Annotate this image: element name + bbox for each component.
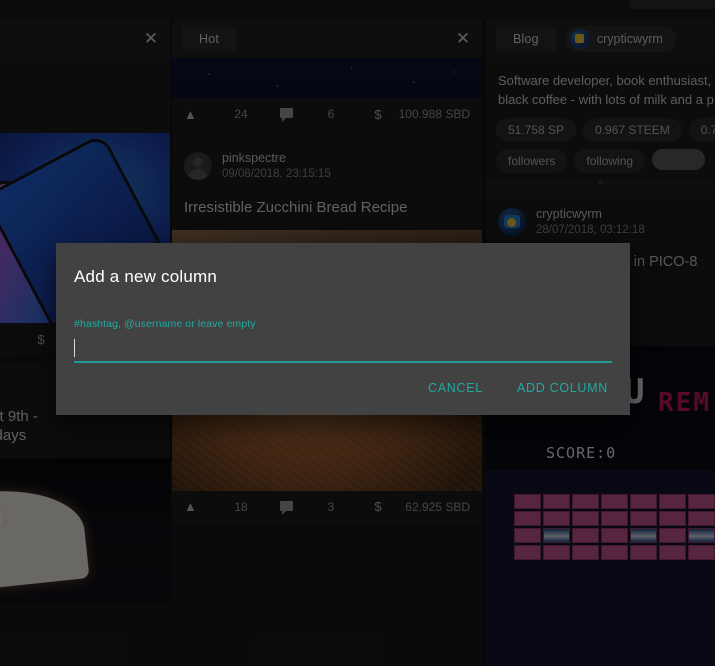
dialog-actions: CANCEL ADD COLUMN [420,373,616,403]
text-caret [74,339,75,357]
cancel-button[interactable]: CANCEL [420,373,491,403]
column-filter-field: #hashtag, @username or leave empty [56,287,630,363]
column-filter-input[interactable] [74,338,612,363]
add-column-button[interactable]: ADD COLUMN [509,373,616,403]
column-filter-label: #hashtag, @username or leave empty [74,318,256,330]
dialog-title: Add a new column [74,267,218,286]
app-root: ✕ :57 lova 3i ▲ 1 $ [0,0,715,666]
add-column-dialog: Add a new column #hashtag, @username or … [56,243,630,415]
